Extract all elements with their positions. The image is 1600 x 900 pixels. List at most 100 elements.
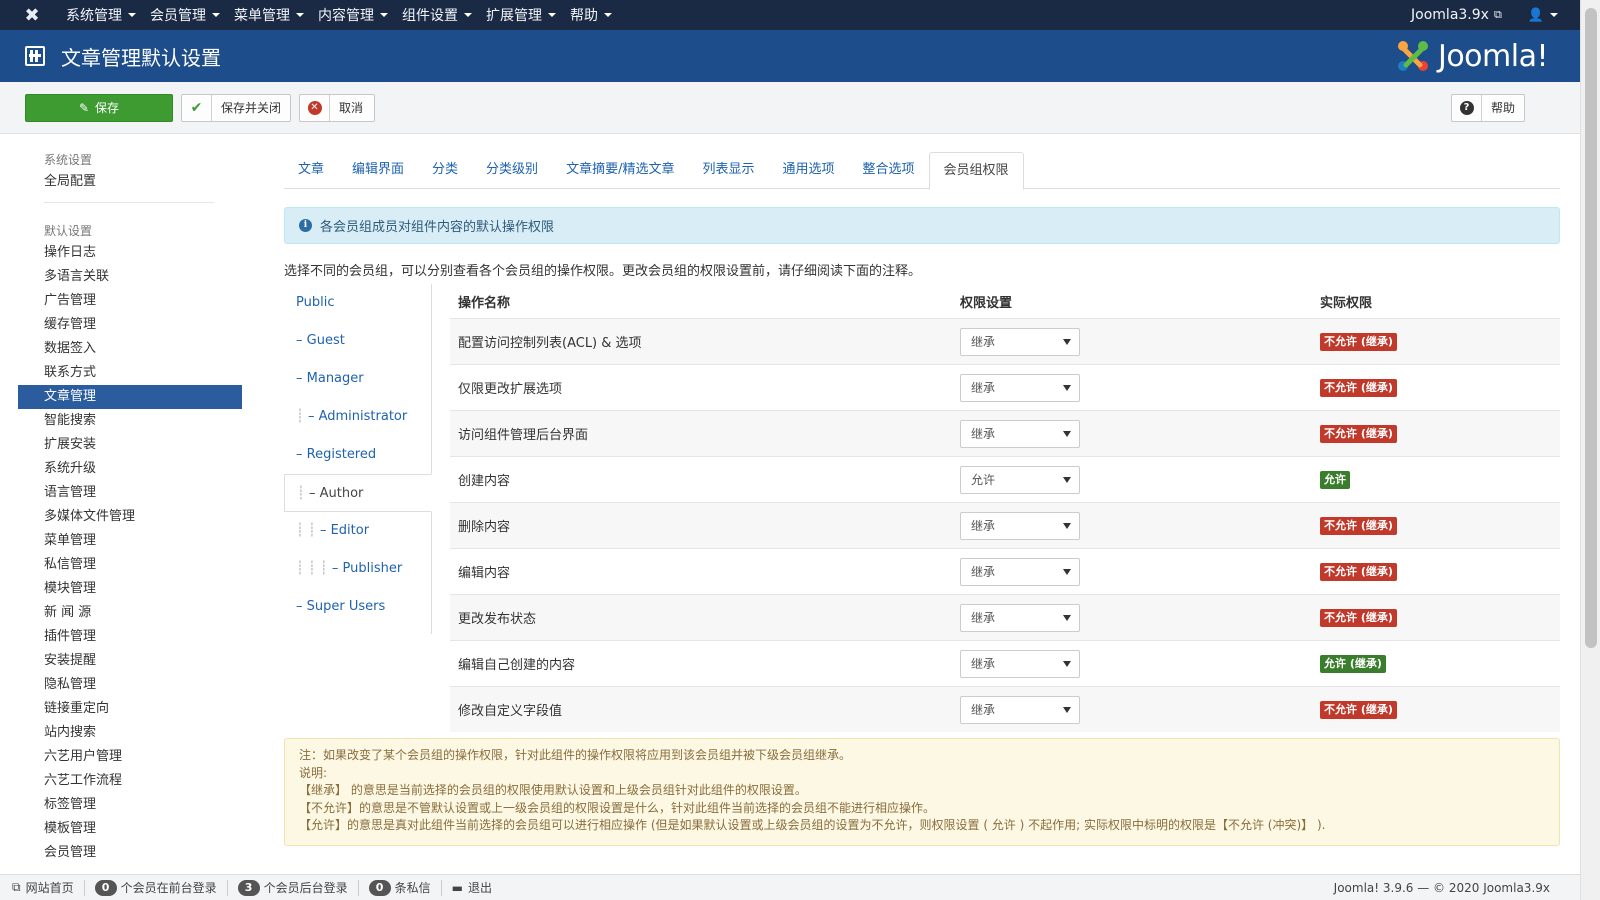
- info-text: 各会员组成员对组件内容的默认操作权限: [320, 220, 555, 235]
- permission-select[interactable]: 继承: [960, 419, 1080, 448]
- menu-content[interactable]: 内容管理: [316, 0, 398, 30]
- permission-select[interactable]: 继承: [960, 603, 1080, 632]
- description-text: 选择不同的会员组，可以分别查看各个会员组的操作权限。更改会员组的权限设置前，请仔…: [284, 264, 922, 279]
- result-cell: 不允许 (继承): [1320, 332, 1560, 351]
- tab-item[interactable]: 列表显示: [688, 152, 768, 189]
- permission-status-badge: 不允许 (继承): [1320, 516, 1397, 535]
- sidebar-item[interactable]: 缓存管理: [18, 313, 242, 337]
- menu-menus[interactable]: 菜单管理: [232, 0, 314, 30]
- help-label: 帮助: [1491, 101, 1516, 115]
- tab-item[interactable]: 文章: [284, 152, 338, 189]
- menu-users[interactable]: 会员管理: [148, 0, 230, 30]
- tab-item[interactable]: 分类级别: [472, 152, 552, 189]
- sidebar-item[interactable]: 数据签入: [18, 337, 242, 361]
- action-name: 删除内容: [458, 520, 511, 535]
- action-name: 访问组件管理后台界面: [458, 428, 589, 443]
- sidebar-item[interactable]: 联系方式: [18, 361, 242, 385]
- sidebar-item[interactable]: 六艺用户管理: [18, 745, 242, 769]
- user-group-item[interactable]: ┊ ┊ – Editor: [284, 512, 431, 550]
- sidebar-item[interactable]: 系统升级: [18, 457, 242, 481]
- save-close-button[interactable]: ✔ 保存并关闭: [181, 93, 291, 122]
- sidebar-item[interactable]: 模板管理: [18, 817, 242, 841]
- sidebar-item[interactable]: 私信管理: [18, 553, 242, 577]
- permission-status-badge: 不允许 (继承): [1320, 700, 1397, 719]
- sidebar-item[interactable]: 全局配置: [18, 170, 242, 194]
- frontend-users[interactable]: 0 个会员在前台登录: [85, 879, 228, 896]
- joomla-menu-icon[interactable]: ✖: [0, 0, 64, 30]
- sidebar-item[interactable]: 文章管理: [18, 385, 242, 409]
- permission-select[interactable]: 继承: [960, 695, 1080, 724]
- tab-item[interactable]: 分类: [418, 152, 472, 189]
- sidebar-item[interactable]: 扩展安装: [18, 433, 242, 457]
- setting-cell: 继承: [960, 511, 1320, 540]
- cancel-button[interactable]: ✕ 取消: [299, 93, 375, 122]
- dropdown-arrow-icon: [1063, 660, 1071, 667]
- sidebar-item[interactable]: 模块管理: [18, 577, 242, 601]
- table-row: 删除内容 继承 不允许 (继承): [450, 502, 1560, 548]
- menu-system[interactable]: 系统管理: [64, 0, 146, 30]
- user-group-label: – Publisher: [331, 561, 403, 576]
- user-group-item[interactable]: – Super Users: [284, 588, 431, 626]
- sidebar-item[interactable]: 操作日志: [18, 241, 242, 265]
- menu-help[interactable]: 帮助: [568, 0, 622, 30]
- note-line: 注：如果改变了某个会员组的操作权限，针对此组件的操作权限将应用到该会员组并被下级…: [299, 748, 852, 762]
- tab-item[interactable]: 编辑界面: [338, 152, 418, 189]
- setting-cell: 继承: [960, 603, 1320, 632]
- setting-cell: 继承: [960, 373, 1320, 402]
- sidebar-item[interactable]: 新 闻 源: [18, 601, 242, 625]
- logout-link[interactable]: ▬ 退出: [442, 880, 502, 896]
- permission-select-value: 继承: [971, 611, 996, 625]
- permission-select[interactable]: 继承: [960, 557, 1080, 586]
- sidebar-item[interactable]: 多语言关联: [18, 265, 242, 289]
- backend-users[interactable]: 3 个会员后台登录: [228, 879, 359, 896]
- table-row: 编辑自己创建的内容 继承 允许 (继承): [450, 640, 1560, 686]
- user-group-item[interactable]: ┊ – Author: [284, 474, 432, 512]
- user-group-item[interactable]: – Registered: [284, 436, 431, 474]
- tab-item[interactable]: 会员组权限: [928, 152, 1024, 190]
- sidebar-item[interactable]: 智能搜索: [18, 409, 242, 433]
- user-group-item[interactable]: – Manager: [284, 360, 431, 398]
- sidebar-item[interactable]: 插件管理: [18, 625, 242, 649]
- table-row: 更改发布状态 继承 不允许 (继承): [450, 594, 1560, 640]
- permission-select[interactable]: 继承: [960, 373, 1080, 402]
- tab-item[interactable]: 通用选项: [768, 152, 848, 189]
- sidebar-item[interactable]: 站内搜索: [18, 721, 242, 745]
- permission-status-badge: 不允许 (继承): [1320, 424, 1397, 443]
- sidebar-item[interactable]: 链接重定向: [18, 697, 242, 721]
- caret-down-icon: [380, 13, 388, 17]
- user-group-item[interactable]: Public: [284, 284, 431, 322]
- frontend-label: 个会员在前台登录: [120, 881, 217, 895]
- view-site-link[interactable]: ⧉ 网站首页: [0, 879, 85, 896]
- tab-item[interactable]: 文章摘要/精选文章: [552, 152, 688, 189]
- tab-item[interactable]: 整合选项: [848, 152, 928, 189]
- sidebar-item[interactable]: 六艺工作流程: [18, 769, 242, 793]
- table-row: 修改自定义字段值 继承 不允许 (继承): [450, 686, 1560, 732]
- caret-down-icon: [128, 13, 136, 17]
- permission-select[interactable]: 继承: [960, 511, 1080, 540]
- sidebar-item[interactable]: 多媒体文件管理: [18, 505, 242, 529]
- menu-extensions[interactable]: 扩展管理: [484, 0, 566, 30]
- save-button[interactable]: ✎ 保存: [25, 93, 173, 122]
- sidebar-item[interactable]: 语言管理: [18, 481, 242, 505]
- permission-select[interactable]: 继承: [960, 327, 1080, 356]
- help-button[interactable]: ? 帮助: [1451, 93, 1525, 122]
- vertical-scrollbar[interactable]: [1580, 0, 1600, 900]
- action-name: 修改自定义字段值: [458, 704, 563, 719]
- user-menu[interactable]: 👤: [1528, 8, 1558, 23]
- sidebar-item[interactable]: 广告管理: [18, 289, 242, 313]
- external-link-icon: ⧉: [1493, 8, 1502, 21]
- sidebar-item[interactable]: 隐私管理: [18, 673, 242, 697]
- menu-components[interactable]: 组件设置: [400, 0, 482, 30]
- user-group-item[interactable]: – Guest: [284, 322, 431, 360]
- sidebar-item[interactable]: 会员管理: [18, 841, 242, 865]
- permission-select[interactable]: 允许: [960, 465, 1080, 494]
- user-group-item[interactable]: ┊ ┊ ┊ – Publisher: [284, 550, 431, 588]
- scrollbar-thumb[interactable]: [1585, 8, 1597, 648]
- permission-select[interactable]: 继承: [960, 649, 1080, 678]
- private-messages[interactable]: 0 条私信: [359, 879, 442, 896]
- sidebar-item[interactable]: 菜单管理: [18, 529, 242, 553]
- sidebar-item[interactable]: 安装提醒: [18, 649, 242, 673]
- user-group-item[interactable]: ┊ – Administrator: [284, 398, 431, 436]
- site-link[interactable]: Joomla3.9x ⧉: [1411, 7, 1502, 23]
- sidebar-item[interactable]: 标签管理: [18, 793, 242, 817]
